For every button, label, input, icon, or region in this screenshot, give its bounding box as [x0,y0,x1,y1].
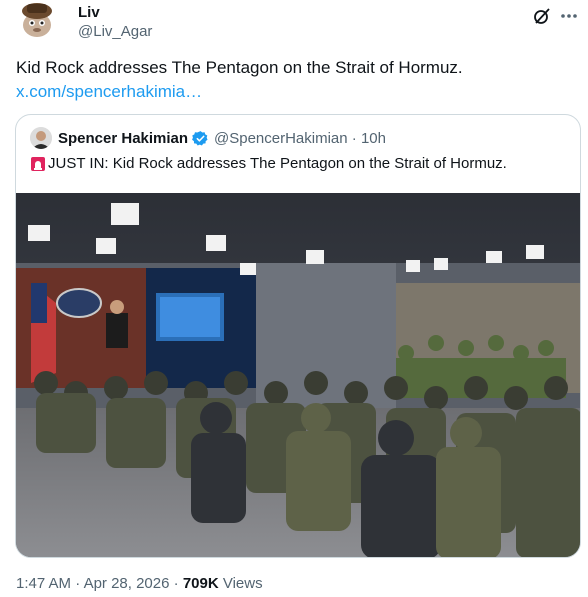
quoted-post-photo[interactable] [16,193,580,557]
views-count[interactable]: 709K [183,575,219,592]
views-label: Views [222,575,263,592]
post-header: Liv @Liv_Agar [16,0,577,48]
meta-separator: · [351,130,357,147]
more-icon[interactable] [558,5,580,27]
quoted-author-meta: @SpencerHakimian · 10h [214,130,386,147]
quoted-author-handle[interactable]: @SpencerHakimian [214,130,348,147]
quoted-post-time[interactable]: 10h [361,130,386,147]
meta-separator: · [75,575,81,592]
author-avatar[interactable] [19,1,55,39]
author-name[interactable]: Liv [78,4,100,21]
grok-icon[interactable] [532,6,552,26]
meta-separator: · [173,575,179,592]
post-time[interactable]: 1:47 AM [16,575,71,592]
post-text: Kid Rock addresses The Pentagon on the S… [16,58,463,77]
quoted-post[interactable]: Spencer Hakimian @SpencerHakimian · 10h … [15,114,581,558]
verified-badge-icon [192,130,209,147]
quoted-author-avatar[interactable] [30,127,52,149]
post-link[interactable]: x.com/spencerhakimia… [16,81,202,103]
post-date[interactable]: Apr 28, 2026 [84,575,170,592]
author-handle[interactable]: @Liv_Agar [78,23,152,40]
post-meta: 1:47 AM · Apr 28, 2026 · 709K Views [16,575,263,592]
quoted-author-name[interactable]: Spencer Hakimian [58,130,188,147]
quoted-post-text-row: JUST IN: Kid Rock addresses The Pentagon… [30,155,507,172]
quoted-post-text: JUST IN: Kid Rock addresses The Pentagon… [48,155,507,172]
siren-icon [30,156,46,172]
